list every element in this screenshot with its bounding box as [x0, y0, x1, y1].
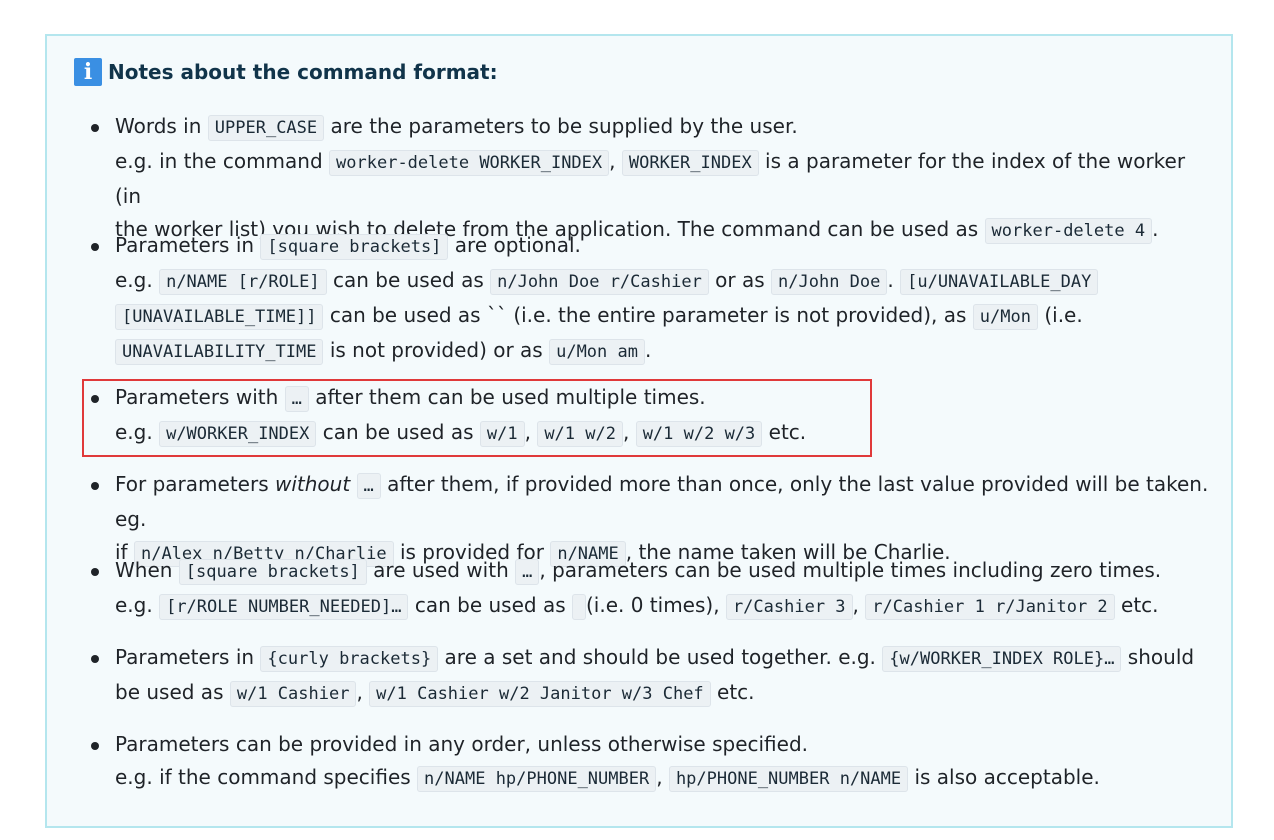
code: n/NAME [r/ROLE] [159, 269, 327, 295]
code: [square brackets] [178, 559, 367, 585]
code: n/John Doe r/Cashier [490, 269, 709, 295]
code: w/WORKER_INDEX [159, 421, 317, 447]
code: n/John Doe [771, 269, 888, 295]
code: hp/PHONE_NUMBER n/NAME [668, 766, 909, 792]
text: For parameters [115, 472, 275, 496]
text: Parameters in [115, 233, 261, 257]
note-title-row: i Notes about the command format: [74, 58, 498, 86]
item-line: e.g. n/NAME [r/ROLE] can be used as n/Jo… [115, 264, 1215, 299]
text: are used with [366, 558, 516, 582]
text: can be used as `` (i.e. the entire param… [323, 303, 973, 327]
text: can be used as [408, 593, 572, 617]
item-line: Parameters in [square brackets] are opti… [115, 229, 1215, 264]
text: are the parameters to be supplied by the… [324, 114, 798, 138]
text: is also acceptable. [908, 765, 1100, 789]
text: , [609, 149, 622, 173]
code [571, 594, 586, 620]
item-line: e.g. if the command specifies n/NAME hp/… [115, 761, 1215, 796]
text: after them can be used multiple times. [308, 385, 706, 409]
code: WORKER_INDEX [621, 150, 759, 176]
code: [UNAVAILABLE_TIME]] [115, 304, 324, 330]
text: e.g. [115, 593, 160, 617]
text: Parameters can be provided in any order,… [115, 732, 809, 756]
code: UPPER_CASE [207, 115, 325, 141]
code: r/Cashier 3 [725, 594, 853, 620]
note-box: i Notes about the command format: Words … [45, 34, 1233, 828]
text: should [1121, 645, 1195, 669]
emphasis: without [274, 472, 351, 496]
list-item-highlighted: Parameters with … after them can be used… [91, 381, 1215, 451]
text: e.g. [115, 420, 160, 444]
code: [r/ROLE NUMBER_NEEDED]… [159, 594, 409, 620]
text [350, 472, 356, 496]
text: can be used as [326, 268, 491, 292]
code: {curly brackets} [260, 646, 439, 672]
code: [u/UNAVAILABLE_DAY [900, 269, 1099, 295]
text: (i.e. [1037, 303, 1083, 327]
list-item: Words in UPPER_CASE are the parameters t… [91, 110, 1215, 248]
item-line: [UNAVAILABLE_TIME]] can be used as `` (i… [115, 299, 1215, 334]
code: u/Mon [972, 304, 1038, 330]
item-line: Parameters can be provided in any order,… [115, 728, 1215, 761]
text: etc. [762, 420, 807, 444]
features-heading: Features [46, 0, 234, 8]
code: UNAVAILABILITY_TIME [115, 339, 324, 365]
code: w/1 Cashier [229, 681, 357, 707]
item-line: When [square brackets] are used with …, … [115, 554, 1215, 589]
note-title: Notes about the command format: [108, 60, 498, 84]
item-line: e.g. [r/ROLE NUMBER_NEEDED]… can be used… [115, 589, 1215, 624]
item-line: Parameters in {curly brackets} are a set… [115, 641, 1215, 676]
text: Words in [115, 114, 208, 138]
code: w/1 w/2 [537, 421, 623, 447]
text: be used as [115, 680, 230, 704]
text: Parameters in [115, 645, 261, 669]
text: etc. [710, 680, 755, 704]
item-line: UNAVAILABILITY_TIME is not provided) or … [115, 334, 1215, 369]
text: , [524, 420, 538, 444]
text: or as [708, 268, 772, 292]
item-line: e.g. in the command worker-delete WORKER… [115, 145, 1215, 213]
item-line: be used as w/1 Cashier, w/1 Cashier w/2 … [115, 676, 1215, 711]
list-item: When [square brackets] are used with …, … [91, 554, 1215, 624]
code: w/1 w/2 w/3 [635, 421, 763, 447]
text: . [887, 268, 901, 292]
item-line: Words in UPPER_CASE are the parameters t… [115, 110, 1215, 145]
text: etc. [1114, 593, 1159, 617]
list-item: Parameters can be provided in any order,… [91, 728, 1215, 796]
text: e.g. in the command [115, 149, 330, 173]
code: u/Mon am [549, 339, 645, 365]
text: Parameters with [115, 385, 285, 409]
code: … [515, 559, 540, 585]
text: , parameters can be used multiple times … [539, 558, 1162, 582]
list-item: Parameters in [square brackets] are opti… [91, 229, 1215, 369]
code: n/NAME hp/PHONE_NUMBER [417, 766, 657, 792]
code: r/Cashier 1 r/Janitor 2 [865, 594, 1115, 620]
text: (i.e. 0 times), [585, 593, 726, 617]
text: , [356, 680, 370, 704]
text: e.g. [115, 268, 160, 292]
item-line: e.g. w/WORKER_INDEX can be used as w/1, … [115, 416, 1215, 451]
text: e.g. if the command specifies [115, 765, 418, 789]
code: w/1 Cashier w/2 Janitor w/3 Chef [369, 681, 711, 707]
text: . [644, 338, 652, 362]
text: When [115, 558, 179, 582]
text: is not provided) or as [323, 338, 550, 362]
code: [square brackets] [260, 234, 449, 260]
item-line: Parameters with … after them can be used… [115, 381, 1215, 416]
text: are a set and should be used together. e… [438, 645, 883, 669]
item-line: For parameters without … after them, if … [115, 468, 1215, 536]
text: , [622, 420, 636, 444]
text: are optional. [448, 233, 581, 257]
code: worker-delete WORKER_INDEX [329, 150, 610, 176]
code: … [284, 386, 309, 412]
list-item: Parameters in {curly brackets} are a set… [91, 641, 1215, 711]
info-icon: i [74, 58, 102, 86]
text: , [656, 765, 669, 789]
code: w/1 [479, 421, 525, 447]
code: {w/WORKER_INDEX ROLE}… [882, 646, 1122, 672]
code: … [356, 473, 381, 499]
text: can be used as [316, 420, 480, 444]
text: , [852, 593, 866, 617]
